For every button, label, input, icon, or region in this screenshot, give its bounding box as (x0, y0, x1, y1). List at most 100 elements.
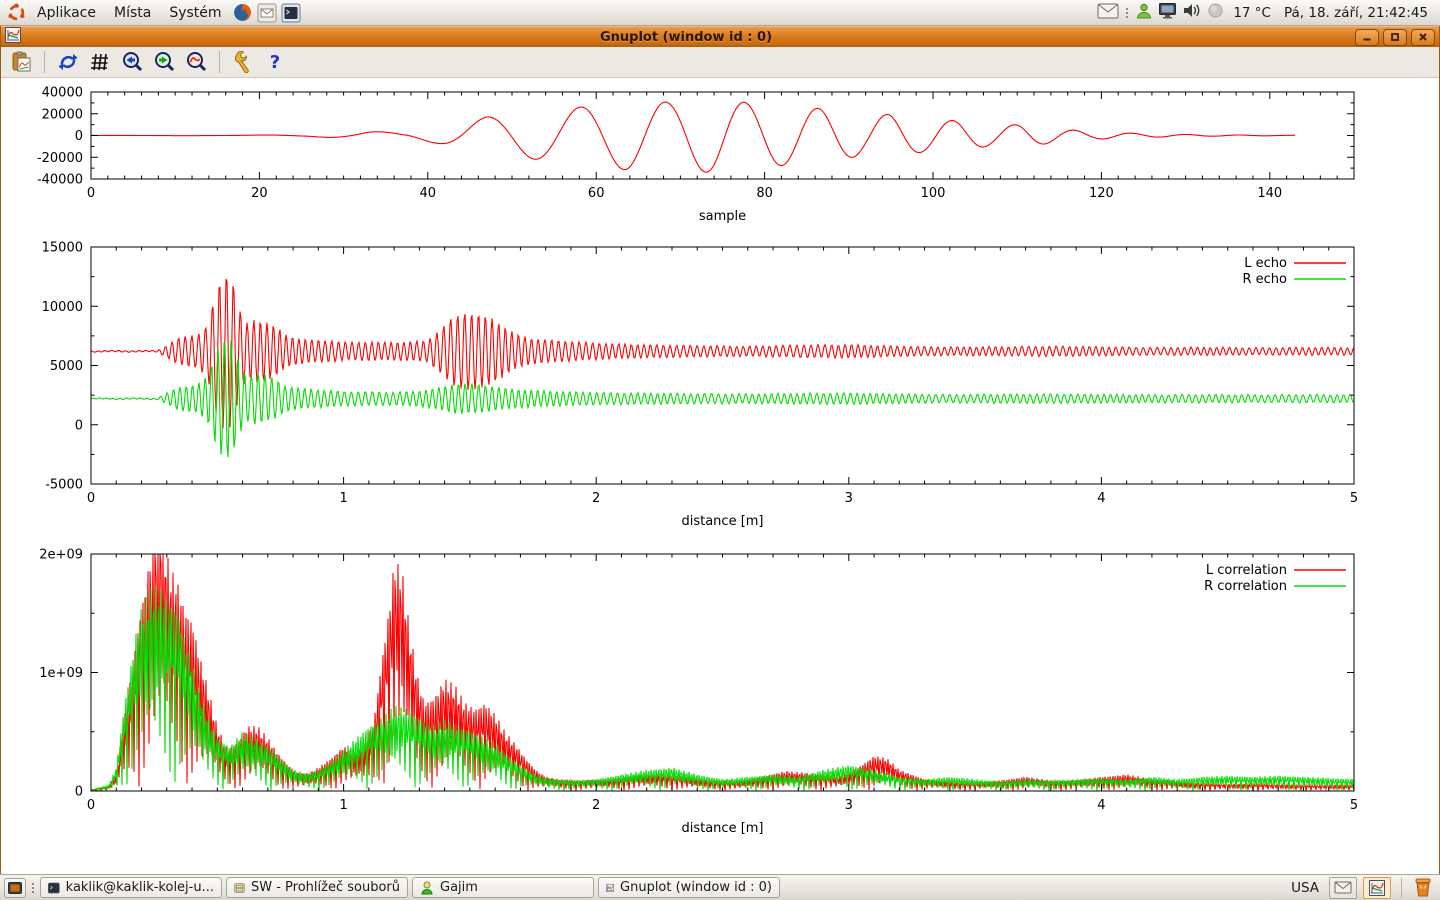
mail-launcher-icon[interactable] (256, 2, 278, 24)
y-tick-label: 2e+09 (39, 548, 83, 563)
firefox-launcher-icon[interactable] (232, 2, 254, 24)
series-r-echo (91, 341, 1354, 458)
help-button[interactable]: ? (261, 48, 289, 76)
titlebar[interactable]: Gnuplot (window id : 0) (1, 26, 1439, 47)
y-tick-label: 5000 (50, 359, 83, 374)
y-tick-label: 10000 (42, 300, 83, 315)
task-label: SW - Prohlížeč souborů (251, 880, 400, 895)
x-tick-label: 80 (756, 186, 773, 201)
task-label: Gajim (440, 880, 478, 895)
copy-plot-button[interactable] (7, 48, 35, 76)
maximize-button[interactable] (1383, 29, 1407, 46)
mail-notification-icon[interactable] (1097, 3, 1119, 23)
gnuplot-tray-button[interactable] (1363, 877, 1391, 899)
plot-border (91, 247, 1354, 484)
legend-label: L echo (1244, 256, 1287, 271)
user-switcher-icon[interactable] (1135, 2, 1153, 24)
x-tick-label: 140 (1257, 186, 1282, 201)
toolbar: ? (1, 47, 1439, 78)
zoom-previous-button[interactable] (118, 48, 146, 76)
x-tick-label: 3 (845, 491, 853, 506)
terminal-launcher-icon[interactable] (280, 2, 302, 24)
x-tick-label: 40 (420, 186, 437, 201)
volume-icon[interactable] (1182, 2, 1202, 23)
taskbar-separator (1401, 878, 1402, 898)
ubuntu-logo-icon[interactable] (5, 2, 27, 24)
plot-border (91, 554, 1354, 791)
clock[interactable]: Pá, 18. září, 21:42:45 (1280, 5, 1432, 21)
trash-button[interactable] (1412, 877, 1434, 898)
gnuplot-icon (1369, 880, 1385, 896)
y-tick-label: 0 (75, 418, 83, 433)
top-panel: Aplikace Místa Systém (0, 0, 1440, 26)
panel-left: Aplikace Místa Systém (4, 0, 303, 25)
menu-system[interactable]: Systém (160, 0, 230, 25)
task-button-file-manager[interactable]: SW - Prohlížeč souborů (226, 877, 408, 898)
y-tick-label: 20000 (42, 107, 83, 122)
x-axis-label: distance [m] (681, 514, 763, 529)
legend-label: R echo (1242, 272, 1287, 287)
gajim-icon (420, 881, 434, 895)
plots-svg: 020406080100120140-40000-200000200004000… (1, 78, 1440, 870)
x-tick-label: 3 (845, 798, 853, 813)
x-tick-label: 2 (592, 491, 600, 506)
temperature-indicator[interactable]: 17 °C (1229, 5, 1275, 21)
task-label: Gnuplot (window id : 0) (620, 880, 772, 895)
y-tick-label: -5000 (45, 478, 83, 493)
legend-label: R correlation (1204, 579, 1287, 594)
menu-applications[interactable]: Aplikace (28, 0, 105, 25)
x-tick-label: 1 (339, 798, 347, 813)
y-tick-label: -20000 (37, 151, 83, 166)
series-signal (91, 102, 1295, 172)
settings-button[interactable] (229, 48, 257, 76)
x-tick-label: 4 (1097, 491, 1105, 506)
refresh-button[interactable] (54, 48, 82, 76)
autoscale-button[interactable] (182, 48, 210, 76)
task-button-terminal[interactable]: kaklik@kaklik-kolej-u... (40, 877, 222, 898)
taskbar: kaklik@kaklik-kolej-u... SW - Prohlížeč … (0, 874, 1440, 900)
minimize-button[interactable] (1355, 29, 1379, 46)
file-manager-icon (234, 881, 245, 895)
y-tick-label: 0 (75, 785, 83, 800)
gnuplot-icon (606, 881, 614, 895)
window-list-handle[interactable] (30, 879, 36, 897)
series-r-correlation (91, 586, 1354, 791)
task-button-gajim[interactable]: Gajim (412, 877, 594, 898)
show-desktop-button[interactable] (4, 878, 26, 898)
panel-tray: 17 °C Pá, 18. září, 21:42:45 (1097, 0, 1436, 25)
window-title: Gnuplot (window id : 0) (21, 30, 1351, 45)
toolbar-separator (44, 51, 45, 73)
plot-canvas[interactable]: 020406080100120140-40000-200000200004000… (1, 78, 1439, 874)
x-tick-label: 0 (87, 186, 95, 201)
x-axis-label: distance [m] (681, 821, 763, 836)
x-tick-label: 100 (921, 186, 946, 201)
legend-label: L correlation (1206, 563, 1287, 578)
x-tick-label: 1 (339, 491, 347, 506)
x-tick-label: 20 (251, 186, 268, 201)
menu-places[interactable]: Místa (105, 0, 160, 25)
x-tick-label: 5 (1350, 798, 1358, 813)
close-button[interactable] (1411, 29, 1435, 46)
grid-button[interactable] (86, 48, 114, 76)
window-icon (5, 27, 21, 47)
x-tick-label: 0 (87, 491, 95, 506)
y-tick-label: 15000 (42, 241, 83, 256)
taskbar-tray: USA (1287, 877, 1436, 899)
display-icon[interactable] (1158, 2, 1177, 23)
task-button-gnuplot[interactable]: Gnuplot (window id : 0) (598, 877, 780, 898)
svg-text:?: ? (270, 52, 280, 73)
task-label: kaklik@kaklik-kolej-u... (66, 880, 214, 895)
x-tick-label: 0 (87, 798, 95, 813)
tray-handle[interactable] (1124, 4, 1130, 22)
y-tick-label: 1e+09 (39, 666, 83, 681)
weather-icon[interactable] (1207, 2, 1224, 23)
zoom-next-button[interactable] (150, 48, 178, 76)
mail-tray-button[interactable] (1329, 877, 1357, 899)
toolbar-separator (219, 51, 220, 73)
keyboard-layout-indicator[interactable]: USA (1287, 880, 1323, 896)
y-tick-label: -40000 (37, 173, 83, 188)
x-tick-label: 60 (588, 186, 605, 201)
x-axis-label: sample (699, 209, 746, 224)
series-l-correlation (91, 554, 1354, 791)
y-tick-label: 0 (75, 129, 83, 144)
